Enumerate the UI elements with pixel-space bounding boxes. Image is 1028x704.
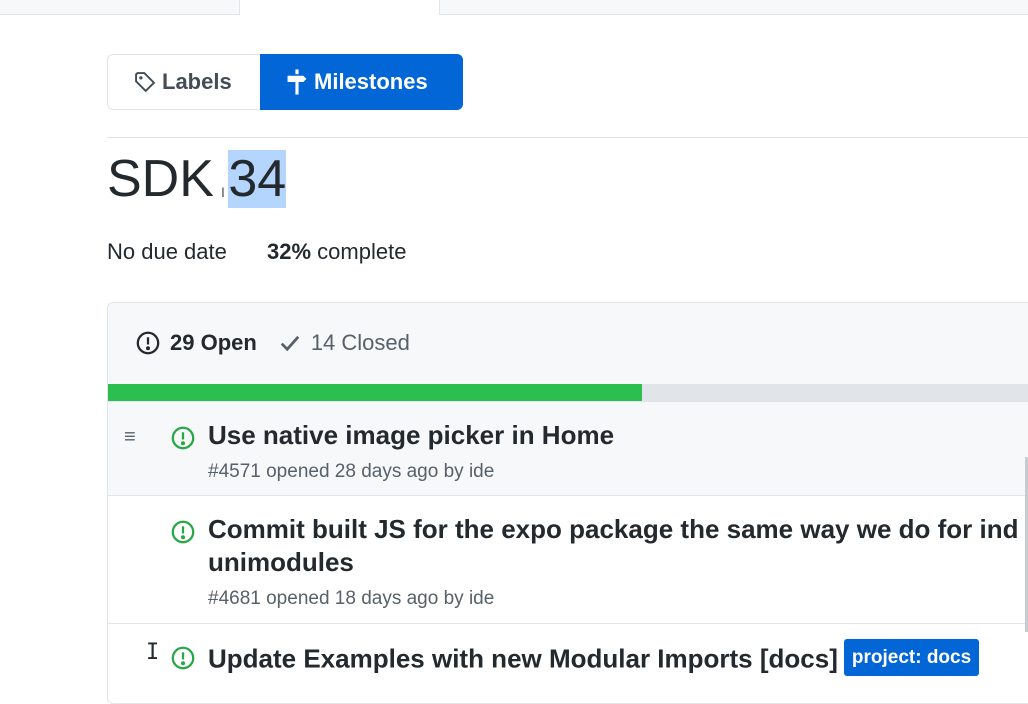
- issue-title-link[interactable]: Update Examples with new Modular Imports…: [208, 639, 980, 679]
- check-icon: [280, 335, 300, 352]
- issue-title-text: Update Examples with new Modular Imports…: [208, 643, 838, 674]
- milestone-title: SDK 34: [107, 148, 287, 210]
- issue-label[interactable]: project: docs: [843, 639, 980, 676]
- closed-issues-label: 14 Closed: [310, 330, 410, 355]
- milestone-meta: No due date 32% complete: [107, 239, 406, 265]
- labels-button-text: Labels: [162, 69, 232, 94]
- issue-states: 29 Open 14 Closed: [136, 330, 410, 356]
- milestone-title-prefix: SDK: [107, 150, 229, 208]
- issue-row[interactable]: Update Examples with new Modular Imports…: [108, 623, 1028, 703]
- issue-row[interactable]: ≡ Use native image picker in Home #4571 …: [108, 401, 1028, 495]
- issue-opened-icon: [136, 331, 160, 355]
- active-tab[interactable]: [239, 0, 440, 15]
- text-cursor-icon: I: [221, 184, 225, 200]
- issues-box-header: 29 Open 14 Closed: [108, 303, 1028, 384]
- issues-box: 29 Open 14 Closed ≡ Use native image pic…: [107, 302, 1028, 704]
- issue-title-link[interactable]: Commit built JS for the expo package the…: [208, 513, 1019, 579]
- labels-button[interactable]: Labels: [107, 54, 260, 110]
- open-issues-tab[interactable]: 29 Open: [136, 330, 257, 356]
- milestones-button-text: Milestones: [314, 69, 428, 94]
- labels-milestones-toggle: Labels Milestones: [107, 54, 463, 110]
- open-issues-label: 29 Open: [170, 330, 257, 355]
- issue-opened-icon: [171, 520, 195, 544]
- tag-icon: [135, 72, 156, 93]
- milestones-button[interactable]: Milestones: [260, 54, 463, 110]
- top-tab-bar: [0, 0, 1028, 15]
- issue-title-link[interactable]: Use native image picker in Home: [208, 419, 614, 452]
- text-cursor-icon: I: [146, 640, 160, 665]
- percent-complete-suffix: complete: [311, 239, 407, 264]
- milestone-icon: [287, 69, 307, 95]
- milestone-title-selected[interactable]: 34: [228, 150, 287, 208]
- percent-complete: 32%: [267, 239, 312, 264]
- progress-bar: [108, 384, 1028, 401]
- drag-handle-icon[interactable]: ≡: [124, 426, 136, 449]
- issue-meta: #4571 opened 28 days ago by ide: [208, 461, 495, 482]
- progress-fill: [108, 384, 642, 401]
- issue-opened-icon: [171, 426, 195, 450]
- issue-opened-icon: [171, 646, 195, 670]
- issue-title-line-2: unimodules: [208, 547, 354, 577]
- issue-meta: #4681 opened 18 days ago by ide: [208, 588, 495, 609]
- due-date: No due date: [107, 239, 227, 264]
- closed-issues-tab[interactable]: 14 Closed: [279, 330, 410, 356]
- divider: [107, 137, 1028, 138]
- issue-row[interactable]: Commit built JS for the expo package the…: [108, 495, 1028, 623]
- issue-title-line-1: Commit built JS for the expo package the…: [208, 514, 1019, 544]
